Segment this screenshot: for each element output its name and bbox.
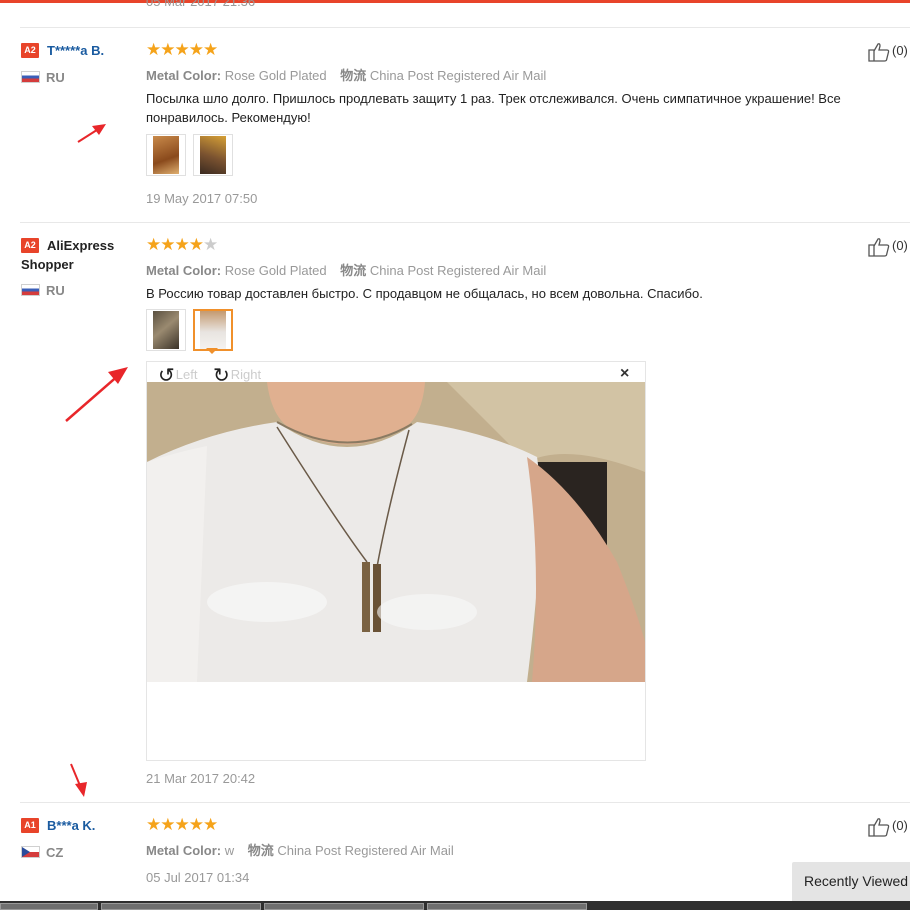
- red-arrow-icon: [65, 367, 128, 422]
- red-arrow-icon: [70, 763, 87, 797]
- taskbar: [0, 901, 910, 910]
- taskbar-button[interactable]: [101, 903, 261, 910]
- recently-viewed-button[interactable]: Recently Viewed: [792, 862, 910, 901]
- red-arrow-icon: [77, 124, 106, 143]
- taskbar-button[interactable]: [0, 903, 98, 910]
- annotation-arrows: [65, 124, 128, 797]
- taskbar-button[interactable]: [264, 903, 424, 910]
- taskbar-button[interactable]: [427, 903, 587, 910]
